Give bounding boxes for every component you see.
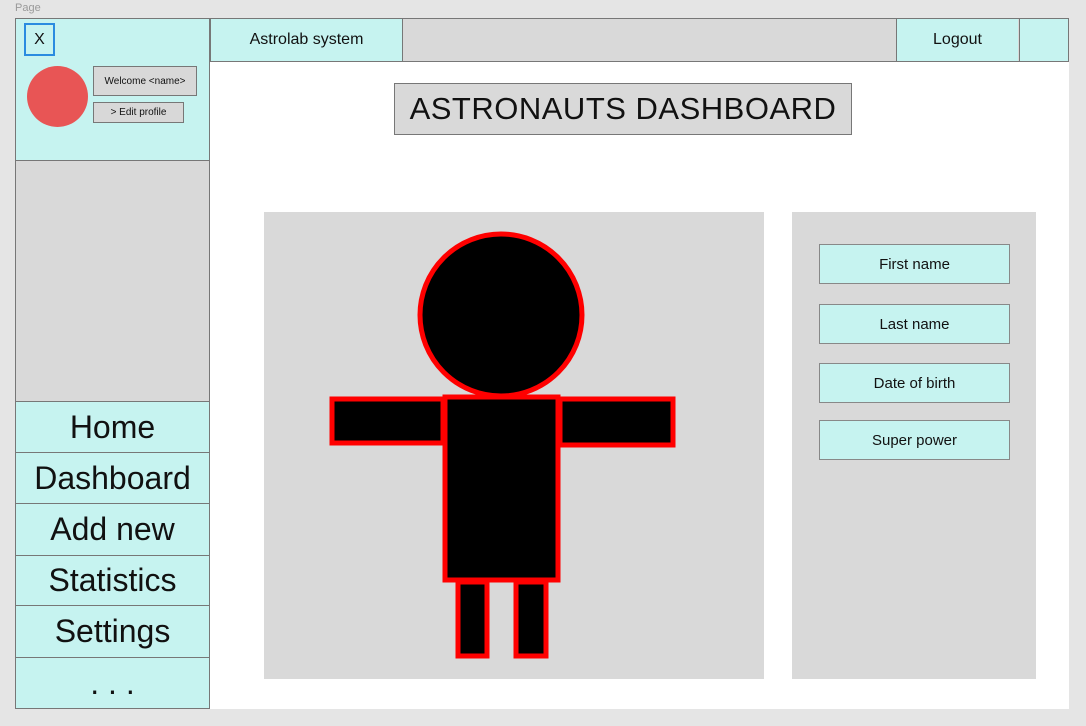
sidebar-item-settings[interactable]: Settings — [15, 605, 210, 658]
sidebar-item-home[interactable]: Home — [15, 401, 210, 453]
sidebar-item-add-new[interactable]: Add new — [15, 503, 210, 556]
page-title: ASTRONAUTS DASHBOARD — [394, 83, 852, 135]
last-name-field[interactable]: Last name — [819, 304, 1010, 344]
astronaut-figure-icon — [329, 231, 676, 659]
page-label: Page — [15, 2, 41, 14]
sidebar-item-statistics[interactable]: Statistics — [15, 555, 210, 606]
sidebar-spacer — [15, 161, 210, 401]
astronaut-figure-panel — [264, 212, 764, 679]
sidebar-item-dashboard[interactable]: Dashboard — [15, 452, 210, 504]
logout-button[interactable]: Logout — [896, 19, 1018, 61]
close-button[interactable]: X — [24, 23, 55, 56]
avatar — [27, 66, 88, 127]
super-power-field[interactable]: Super power — [819, 420, 1010, 460]
app-title[interactable]: Astrolab system — [211, 19, 403, 61]
welcome-label: Welcome <name> — [93, 66, 197, 96]
sidebar-item-more[interactable]: . . . — [15, 657, 210, 709]
date-of-birth-field[interactable]: Date of birth — [819, 363, 1010, 403]
topbar-extra-button[interactable] — [1019, 19, 1068, 61]
edit-profile-button[interactable]: > Edit profile — [93, 102, 184, 123]
first-name-field[interactable]: First name — [819, 244, 1010, 284]
